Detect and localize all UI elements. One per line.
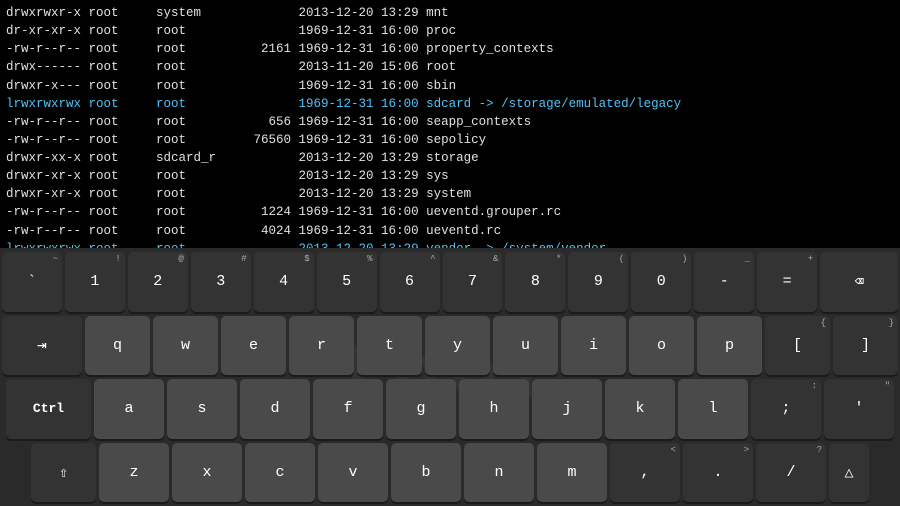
keyboard-row-zxcv: ⇧zxcvbnm<,>.?/△	[2, 443, 898, 503]
key-c[interactable]: c	[245, 443, 315, 503]
key-o[interactable]: o	[629, 316, 694, 376]
key-1[interactable]: !1	[65, 252, 125, 312]
keyboard-row-qwerty: ⇥qwertyuiop{[}]	[2, 316, 898, 376]
key-equals[interactable]: +=	[757, 252, 817, 312]
key-semicolon[interactable]: :;	[751, 379, 821, 439]
key-slash[interactable]: ?/	[756, 443, 826, 503]
key-0[interactable]: )0	[631, 252, 691, 312]
key-comma[interactable]: <,	[610, 443, 680, 503]
key-b[interactable]: b	[391, 443, 461, 503]
terminal-output: drwxrwxr-x root system 2013-12-20 13:29 …	[0, 0, 900, 248]
keyboard-row-asdf: Ctrlasdfghjkl:;"'	[2, 379, 898, 439]
key-shift-right[interactable]: △	[829, 443, 869, 503]
key-d[interactable]: d	[240, 379, 310, 439]
key-n[interactable]: n	[464, 443, 534, 503]
key-z[interactable]: z	[99, 443, 169, 503]
key-l[interactable]: l	[678, 379, 748, 439]
key-4[interactable]: $4	[254, 252, 314, 312]
key-5[interactable]: %5	[317, 252, 377, 312]
key-7[interactable]: &7	[443, 252, 503, 312]
key-minus[interactable]: _-	[694, 252, 754, 312]
keyboard: Toot ~`!1@2#3$4%5^6&7*8(9)0_-+=⌫ ⇥qwerty…	[0, 248, 900, 506]
key-v[interactable]: v	[318, 443, 388, 503]
key-bracket-right[interactable]: }]	[833, 316, 898, 376]
key-quote[interactable]: "'	[824, 379, 894, 439]
key-tab[interactable]: ⇥	[2, 316, 82, 376]
key-period[interactable]: >.	[683, 443, 753, 503]
key-j[interactable]: j	[532, 379, 602, 439]
key-g[interactable]: g	[386, 379, 456, 439]
key-s[interactable]: s	[167, 379, 237, 439]
key-e[interactable]: e	[221, 316, 286, 376]
key-a[interactable]: a	[94, 379, 164, 439]
key-r[interactable]: r	[289, 316, 354, 376]
key-8[interactable]: *8	[505, 252, 565, 312]
key-w[interactable]: w	[153, 316, 218, 376]
key-f[interactable]: f	[313, 379, 383, 439]
key-u[interactable]: u	[493, 316, 558, 376]
keyboard-row-numbers: ~`!1@2#3$4%5^6&7*8(9)0_-+=⌫	[2, 252, 898, 312]
key-bracket-left[interactable]: {[	[765, 316, 830, 376]
key-y[interactable]: y	[425, 316, 490, 376]
key-i[interactable]: i	[561, 316, 626, 376]
key-ctrl[interactable]: Ctrl	[6, 379, 91, 439]
key-backspace[interactable]: ⌫	[820, 252, 898, 312]
key-shift-left[interactable]: ⇧	[31, 443, 96, 503]
key-2[interactable]: @2	[128, 252, 188, 312]
key-6[interactable]: ^6	[380, 252, 440, 312]
key-9[interactable]: (9	[568, 252, 628, 312]
key-m[interactable]: m	[537, 443, 607, 503]
key-x[interactable]: x	[172, 443, 242, 503]
key-t[interactable]: t	[357, 316, 422, 376]
key-h[interactable]: h	[459, 379, 529, 439]
key-k[interactable]: k	[605, 379, 675, 439]
key-p[interactable]: p	[697, 316, 762, 376]
key-3[interactable]: #3	[191, 252, 251, 312]
key-q[interactable]: q	[85, 316, 150, 376]
key-backtick[interactable]: ~`	[2, 252, 62, 312]
